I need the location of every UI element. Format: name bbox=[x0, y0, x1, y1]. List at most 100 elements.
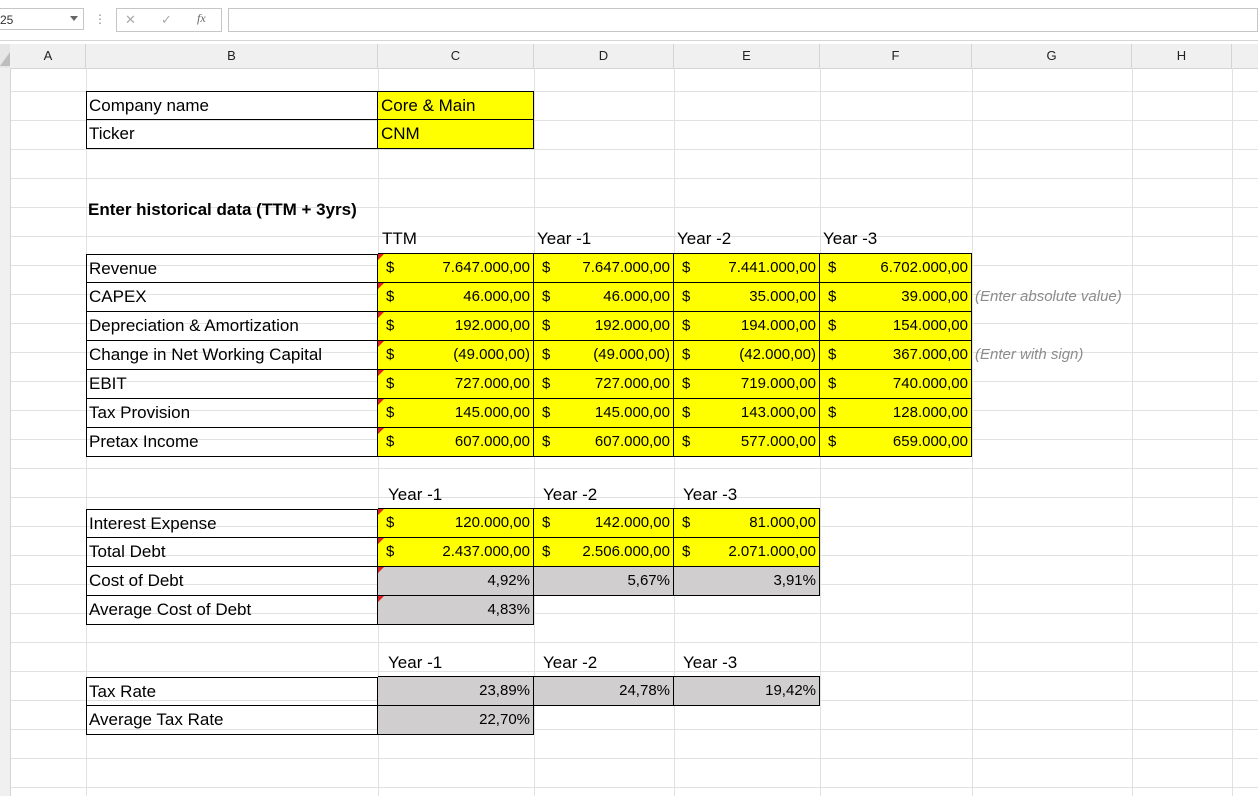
comment-indicator-icon[interactable] bbox=[378, 283, 384, 289]
insert-function-icon[interactable]: fx bbox=[197, 11, 206, 26]
currency-symbol: $ bbox=[682, 346, 691, 363]
total-debt-cell[interactable]: $2.506.000,00 bbox=[534, 538, 674, 567]
column-header-b[interactable]: B bbox=[86, 44, 378, 68]
header-year-2[interactable]: Year -2 bbox=[677, 225, 731, 254]
comment-indicator-icon[interactable] bbox=[378, 509, 384, 515]
historical-row-label[interactable]: Revenue bbox=[86, 254, 378, 283]
historical-value-cell[interactable]: $607.000,00 bbox=[378, 428, 534, 457]
historical-value-cell[interactable]: $192.000,00 bbox=[534, 312, 674, 341]
tax-header-year-3[interactable]: Year -3 bbox=[683, 649, 737, 678]
interest-expense-label[interactable]: Interest Expense bbox=[86, 509, 378, 538]
historical-value-cell[interactable]: $46.000,00 bbox=[534, 283, 674, 312]
debt-header-year-2[interactable]: Year -2 bbox=[543, 481, 597, 510]
debt-header-year-1[interactable]: Year -1 bbox=[388, 481, 442, 510]
historical-value-cell[interactable]: $6.702.000,00 bbox=[820, 254, 972, 283]
historical-value-cell[interactable]: $577.000,00 bbox=[674, 428, 820, 457]
enter-check-icon[interactable]: ✓ bbox=[161, 12, 172, 28]
total-debt-label[interactable]: Total Debt bbox=[86, 538, 378, 567]
historical-value-cell[interactable]: $727.000,00 bbox=[378, 370, 534, 399]
cost-of-debt-cell[interactable]: 4,92% bbox=[378, 567, 534, 596]
historical-value-cell[interactable]: $145.000,00 bbox=[534, 399, 674, 428]
company-name-value[interactable]: Core & Main bbox=[378, 91, 534, 120]
more-options-icon[interactable]: ⋮ bbox=[94, 12, 106, 26]
average-cost-of-debt-cell[interactable]: 4,83% bbox=[378, 596, 534, 625]
average-tax-rate-cell[interactable]: 22,70% bbox=[378, 706, 534, 735]
tax-rate-cell[interactable]: 19,42% bbox=[674, 677, 820, 706]
historical-value-cell[interactable]: $145.000,00 bbox=[378, 399, 534, 428]
cost-of-debt-cell[interactable]: 5,67% bbox=[534, 567, 674, 596]
historical-value-cell[interactable]: $607.000,00 bbox=[534, 428, 674, 457]
column-header-a[interactable]: A bbox=[11, 44, 86, 68]
historical-row-label[interactable]: EBIT bbox=[86, 370, 378, 399]
input-hint-note[interactable]: (Enter absolute value) bbox=[975, 283, 1122, 312]
column-header-c[interactable]: C bbox=[378, 44, 534, 68]
historical-value-cell[interactable]: $7.441.000,00 bbox=[674, 254, 820, 283]
debt-header-year-3[interactable]: Year -3 bbox=[683, 481, 737, 510]
comment-indicator-icon[interactable] bbox=[378, 312, 384, 318]
historical-section-title[interactable]: Enter historical data (TTM + 3yrs) bbox=[88, 196, 357, 225]
interest-expense-cell[interactable]: $142.000,00 bbox=[534, 509, 674, 538]
historical-value-cell[interactable]: $128.000,00 bbox=[820, 399, 972, 428]
input-hint-note[interactable]: (Enter with sign) bbox=[975, 341, 1083, 370]
column-header-e[interactable]: E bbox=[674, 44, 820, 68]
tax-rate-cell[interactable]: 23,89% bbox=[378, 677, 534, 706]
column-header-d[interactable]: D bbox=[534, 44, 674, 68]
comment-indicator-icon[interactable] bbox=[378, 567, 384, 573]
historical-value-cell[interactable]: $727.000,00 bbox=[534, 370, 674, 399]
historical-value-cell[interactable]: $194.000,00 bbox=[674, 312, 820, 341]
average-tax-rate-label[interactable]: Average Tax Rate bbox=[86, 706, 378, 735]
cell-value: 7.441.000,00 bbox=[728, 259, 816, 276]
company-name-label[interactable]: Company name bbox=[86, 91, 378, 120]
cancel-icon[interactable]: ✕ bbox=[125, 12, 136, 28]
historical-value-cell[interactable]: $719.000,00 bbox=[674, 370, 820, 399]
ticker-label[interactable]: Ticker bbox=[86, 120, 378, 149]
column-header-g[interactable]: G bbox=[972, 44, 1132, 68]
historical-value-cell[interactable]: $143.000,00 bbox=[674, 399, 820, 428]
grid-line bbox=[11, 497, 1258, 498]
cost-of-debt-label[interactable]: Cost of Debt bbox=[86, 567, 378, 596]
historical-value-cell[interactable]: $659.000,00 bbox=[820, 428, 972, 457]
comment-indicator-icon[interactable] bbox=[378, 538, 384, 544]
comment-indicator-icon[interactable] bbox=[378, 428, 384, 434]
total-debt-cell[interactable]: $2.071.000,00 bbox=[674, 538, 820, 567]
historical-row-label[interactable]: Change in Net Working Capital bbox=[86, 341, 378, 370]
header-year-3[interactable]: Year -3 bbox=[823, 225, 877, 254]
tax-header-year-2[interactable]: Year -2 bbox=[543, 649, 597, 678]
average-cost-of-debt-label[interactable]: Average Cost of Debt bbox=[86, 596, 378, 625]
comment-indicator-icon[interactable] bbox=[378, 341, 384, 347]
historical-row-label[interactable]: Pretax Income bbox=[86, 428, 378, 457]
ticker-value[interactable]: CNM bbox=[378, 120, 534, 149]
formula-input[interactable] bbox=[228, 8, 1258, 32]
tax-rate-cell[interactable]: 24,78% bbox=[534, 677, 674, 706]
historical-value-cell[interactable]: $ (49.000,00) bbox=[534, 341, 674, 370]
historical-value-cell[interactable]: $7.647.000,00 bbox=[534, 254, 674, 283]
historical-value-cell[interactable]: $740.000,00 bbox=[820, 370, 972, 399]
cost-of-debt-cell[interactable]: 3,91% bbox=[674, 567, 820, 596]
historical-value-cell[interactable]: $ (42.000,00) bbox=[674, 341, 820, 370]
historical-value-cell[interactable]: $192.000,00 bbox=[378, 312, 534, 341]
historical-value-cell[interactable]: $46.000,00 bbox=[378, 283, 534, 312]
historical-row-label[interactable]: Depreciation & Amortization bbox=[86, 312, 378, 341]
column-header-f[interactable]: F bbox=[820, 44, 972, 68]
name-box-dropdown-icon[interactable] bbox=[70, 16, 78, 21]
historical-value-cell[interactable]: $35.000,00 bbox=[674, 283, 820, 312]
interest-expense-cell[interactable]: $81.000,00 bbox=[674, 509, 820, 538]
header-year-1[interactable]: Year -1 bbox=[537, 225, 591, 254]
comment-indicator-icon[interactable] bbox=[378, 370, 384, 376]
historical-row-label[interactable]: CAPEX bbox=[86, 283, 378, 312]
comment-indicator-icon[interactable] bbox=[378, 254, 384, 260]
tax-rate-label[interactable]: Tax Rate bbox=[86, 677, 378, 706]
column-header-h[interactable]: H bbox=[1132, 44, 1232, 68]
tax-header-year-1[interactable]: Year -1 bbox=[388, 649, 442, 678]
header-ttm[interactable]: TTM bbox=[382, 225, 417, 254]
comment-indicator-icon[interactable] bbox=[378, 596, 384, 602]
comment-indicator-icon[interactable] bbox=[378, 399, 384, 405]
historical-value-cell[interactable]: $ (49.000,00) bbox=[378, 341, 534, 370]
historical-value-cell[interactable]: $154.000,00 bbox=[820, 312, 972, 341]
historical-row-label[interactable]: Tax Provision bbox=[86, 399, 378, 428]
interest-expense-cell[interactable]: $120.000,00 bbox=[378, 509, 534, 538]
historical-value-cell[interactable]: $367.000,00 bbox=[820, 341, 972, 370]
historical-value-cell[interactable]: $7.647.000,00 bbox=[378, 254, 534, 283]
total-debt-cell[interactable]: $2.437.000,00 bbox=[378, 538, 534, 567]
historical-value-cell[interactable]: $39.000,00 bbox=[820, 283, 972, 312]
